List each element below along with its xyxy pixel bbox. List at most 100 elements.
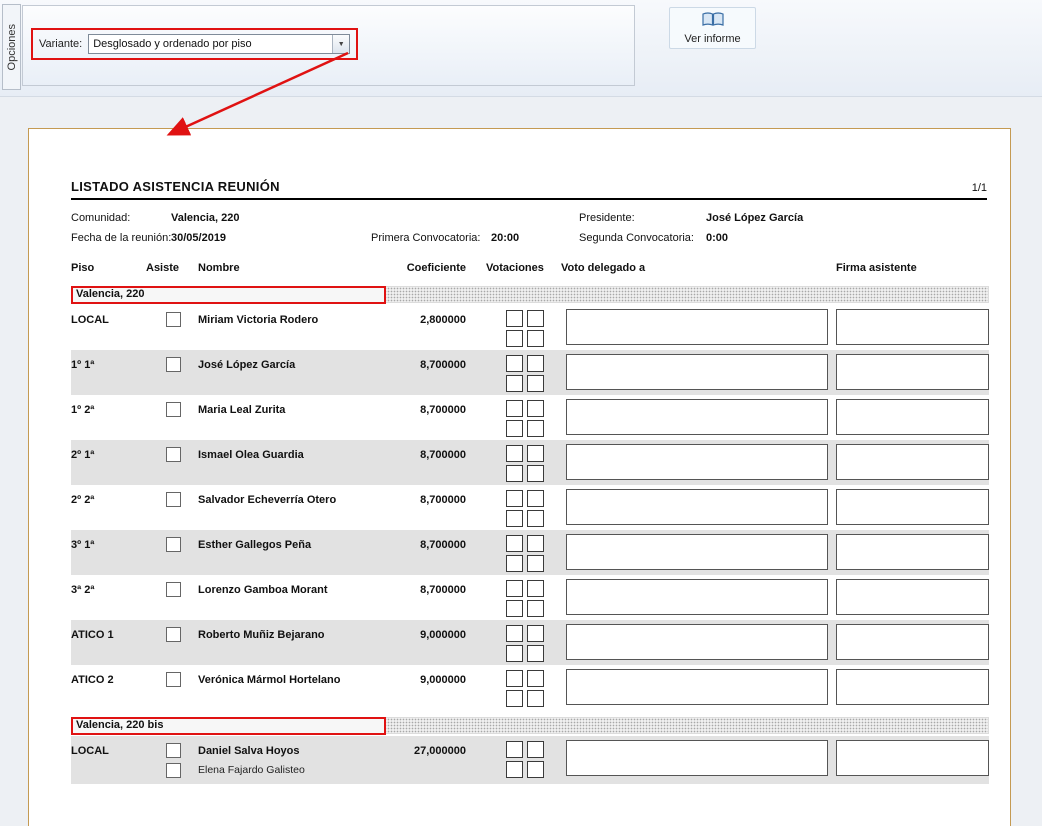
votaciones-grid: [506, 490, 544, 527]
votacion-checkbox[interactable]: [506, 600, 523, 617]
votacion-checkbox[interactable]: [527, 535, 544, 552]
nombre-text: Lorenzo Gamboa Morant: [198, 584, 328, 596]
firma-box[interactable]: [836, 309, 989, 345]
asiste-checkbox[interactable]: [166, 582, 181, 597]
votacion-checkbox[interactable]: [506, 465, 523, 482]
column-header-asiste: Asiste: [146, 262, 179, 274]
voto-delegado-box[interactable]: [566, 534, 828, 570]
votacion-checkbox[interactable]: [527, 580, 544, 597]
votacion-checkbox[interactable]: [506, 670, 523, 687]
coeficiente-cell: 8,700000: [346, 404, 466, 416]
asiste-cell: [166, 672, 181, 687]
firma-box[interactable]: [836, 444, 989, 480]
votacion-checkbox[interactable]: [527, 510, 544, 527]
chevron-down-icon[interactable]: ▼: [332, 35, 349, 53]
attendee-row: LOCALDaniel Salva HoyosElena Fajardo Gal…: [71, 736, 989, 784]
voto-delegado-box[interactable]: [566, 669, 828, 705]
votacion-checkbox[interactable]: [527, 645, 544, 662]
votacion-checkbox[interactable]: [527, 445, 544, 462]
votacion-checkbox[interactable]: [527, 761, 544, 778]
coeficiente-cell: 8,700000: [346, 449, 466, 461]
votacion-checkbox[interactable]: [506, 741, 523, 758]
asiste-checkbox[interactable]: [166, 627, 181, 642]
voto-delegado-box[interactable]: [566, 444, 828, 480]
votacion-checkbox[interactable]: [527, 420, 544, 437]
votacion-checkbox[interactable]: [527, 330, 544, 347]
asiste-cell: [166, 627, 181, 642]
coeficiente-cell: 8,700000: [346, 494, 466, 506]
asiste-checkbox[interactable]: [166, 312, 181, 327]
votacion-checkbox[interactable]: [506, 580, 523, 597]
asiste-checkbox-second[interactable]: [166, 763, 181, 778]
votacion-checkbox[interactable]: [506, 645, 523, 662]
votacion-checkbox[interactable]: [506, 510, 523, 527]
votacion-checkbox[interactable]: [527, 555, 544, 572]
coeficiente-cell: 8,700000: [346, 359, 466, 371]
asiste-checkbox[interactable]: [166, 537, 181, 552]
voto-delegado-box[interactable]: [566, 399, 828, 435]
report-title: LISTADO ASISTENCIA REUNIÓN: [71, 179, 280, 194]
asiste-checkbox[interactable]: [166, 402, 181, 417]
voto-delegado-box[interactable]: [566, 354, 828, 390]
asiste-cell: [166, 312, 181, 327]
firma-box[interactable]: [836, 579, 989, 615]
firma-box[interactable]: [836, 624, 989, 660]
votacion-checkbox[interactable]: [506, 330, 523, 347]
votacion-checkbox[interactable]: [527, 400, 544, 417]
voto-delegado-box[interactable]: [566, 740, 828, 776]
voto-delegado-box[interactable]: [566, 624, 828, 660]
votacion-checkbox[interactable]: [506, 375, 523, 392]
column-header-firma: Firma asistente: [836, 262, 917, 274]
votacion-checkbox[interactable]: [527, 625, 544, 642]
asiste-checkbox[interactable]: [166, 492, 181, 507]
asiste-checkbox[interactable]: [166, 743, 181, 758]
column-header-coeficiente: Coeficiente: [346, 262, 466, 274]
votacion-checkbox[interactable]: [527, 465, 544, 482]
votacion-checkbox[interactable]: [527, 355, 544, 372]
attendee-row: 2º 1ªIsmael Olea Guardia8,700000: [71, 440, 989, 485]
votacion-checkbox[interactable]: [527, 490, 544, 507]
votacion-checkbox[interactable]: [527, 690, 544, 707]
votacion-checkbox[interactable]: [506, 625, 523, 642]
votacion-checkbox[interactable]: [527, 741, 544, 758]
votacion-checkbox[interactable]: [527, 600, 544, 617]
firma-box[interactable]: [836, 740, 989, 776]
votacion-checkbox[interactable]: [506, 761, 523, 778]
votacion-checkbox[interactable]: [506, 400, 523, 417]
votaciones-grid: [506, 400, 544, 437]
asiste-cell: [166, 402, 181, 417]
votacion-checkbox[interactable]: [527, 310, 544, 327]
ver-informe-button[interactable]: Ver informe: [669, 7, 756, 49]
asiste-checkbox[interactable]: [166, 447, 181, 462]
votacion-checkbox[interactable]: [527, 670, 544, 687]
firma-box[interactable]: [836, 669, 989, 705]
report-body: Valencia, 220LOCALMiriam Victoria Rodero…: [71, 286, 987, 784]
group-header-label: Valencia, 220: [71, 286, 386, 304]
options-vertical-tab[interactable]: Opciones: [2, 4, 21, 90]
asiste-checkbox[interactable]: [166, 357, 181, 372]
firma-box[interactable]: [836, 489, 989, 525]
voto-delegado-box[interactable]: [566, 309, 828, 345]
votaciones-grid: [506, 670, 544, 707]
nombre-cell: Verónica Mármol Hortelano: [198, 674, 340, 686]
voto-delegado-box[interactable]: [566, 579, 828, 615]
votacion-checkbox[interactable]: [527, 375, 544, 392]
votacion-checkbox[interactable]: [506, 690, 523, 707]
firma-box[interactable]: [836, 534, 989, 570]
nombre-cell: Miriam Victoria Rodero: [198, 314, 318, 326]
votacion-checkbox[interactable]: [506, 490, 523, 507]
piso-cell: ATICO 1: [71, 629, 114, 641]
coeficiente-cell: 8,700000: [346, 584, 466, 596]
votacion-checkbox[interactable]: [506, 535, 523, 552]
votacion-checkbox[interactable]: [506, 445, 523, 462]
votacion-checkbox[interactable]: [506, 555, 523, 572]
variante-dropdown[interactable]: Desglosado y ordenado por piso ▼: [88, 34, 350, 54]
asiste-checkbox[interactable]: [166, 672, 181, 687]
firma-box[interactable]: [836, 354, 989, 390]
votacion-checkbox[interactable]: [506, 355, 523, 372]
votacion-checkbox[interactable]: [506, 420, 523, 437]
voto-delegado-box[interactable]: [566, 489, 828, 525]
coeficiente-cell: 9,000000: [346, 629, 466, 641]
votacion-checkbox[interactable]: [506, 310, 523, 327]
firma-box[interactable]: [836, 399, 989, 435]
